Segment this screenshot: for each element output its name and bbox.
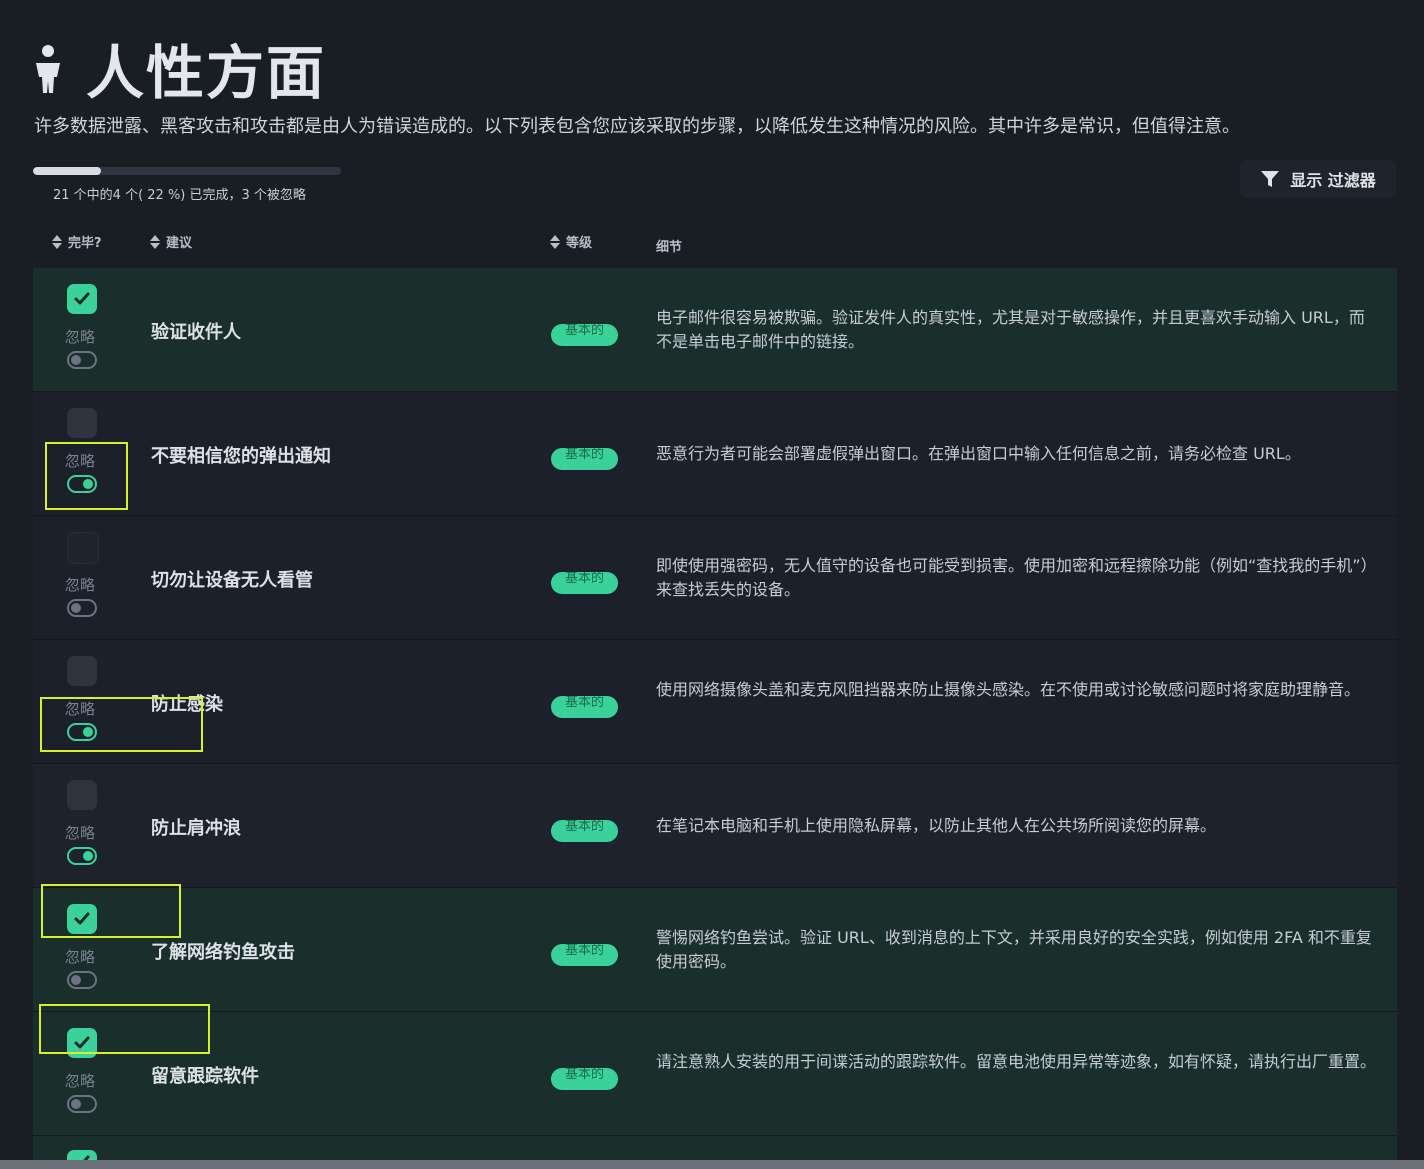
table-row: 忽略 不要相信您的弹出通知 基本的 恶意行为者可能会部署虚假弹出窗口。在弹出窗口… xyxy=(33,392,1397,516)
progress-fill xyxy=(33,167,101,175)
level-badge: 基本的 xyxy=(551,448,618,470)
done-checkbox[interactable] xyxy=(67,284,97,314)
page-title: 人性方面 xyxy=(86,39,327,107)
advice-title: 留意跟踪软件 xyxy=(151,1066,259,1087)
sort-icon xyxy=(550,234,560,249)
ignore-toggle[interactable] xyxy=(67,599,97,617)
ignore-label: 忽略 xyxy=(65,452,96,470)
column-header-level[interactable]: 等级 xyxy=(550,232,592,251)
done-checkbox[interactable] xyxy=(67,1028,97,1058)
advice-title: 切勿让设备无人看管 xyxy=(151,570,313,591)
personal-security-checklist-page: 人性方面 许多数据泄露、黑客攻击和攻击都是由人为错误造成的。以下列表包含您应该采… xyxy=(0,0,1424,1169)
advice-details: 恶意行为者可能会部署虚假弹出窗口。在弹出窗口中输入任何信息之前，请务必检查 UR… xyxy=(656,444,1301,463)
advice-details: 警惕网络钓鱼尝试。验证 URL、收到消息的上下文，并采用良好的安全实践，例如使用… xyxy=(656,928,1372,971)
table-row: 忽略 防止肩冲浪 基本的 在笔记本电脑和手机上使用隐私屏幕，以防止其他人在公共场… xyxy=(33,764,1397,888)
table-row: 忽略 了解网络钓鱼攻击 基本的 警惕网络钓鱼尝试。验证 URL、收到消息的上下文… xyxy=(33,888,1397,1012)
ignore-toggle[interactable] xyxy=(67,1095,97,1113)
advice-title: 了解网络钓鱼攻击 xyxy=(151,942,295,963)
person-icon xyxy=(36,45,60,93)
advice-details: 电子邮件很容易被欺骗。验证发件人的真实性，尤其是对于敏感操作，并且更喜欢手动输入… xyxy=(656,308,1365,351)
advice-details: 在笔记本电脑和手机上使用隐私屏幕，以防止其他人在公共场所阅读您的屏幕。 xyxy=(656,816,1217,835)
progress-text: 21 个中的4 个( 22 %) 已完成，3 个被忽略 xyxy=(53,188,306,203)
done-checkbox[interactable] xyxy=(67,656,97,686)
advice-title: 防止肩冲浪 xyxy=(151,818,241,839)
advice-details: 使用网络摄像头盖和麦克风阻挡器来防止摄像头感染。在不使用或讨论敏感问题时将家庭助… xyxy=(656,680,1361,699)
sort-icon xyxy=(150,234,160,249)
ignore-toggle[interactable] xyxy=(67,723,97,741)
progress-bar xyxy=(33,167,341,175)
advice-title: 验证收件人 xyxy=(151,322,241,343)
level-badge: 基本的 xyxy=(551,696,618,718)
done-checkbox[interactable] xyxy=(67,780,97,810)
table-row: 忽略 留意跟踪软件 基本的 请注意熟人安装的用于间谍活动的跟踪软件。留意电池使用… xyxy=(33,1012,1397,1136)
level-badge: 基本的 xyxy=(551,820,618,842)
advice-details: 即使使用强密码，无人值守的设备也可能受到损害。使用加密和远程擦除功能（例如“查找… xyxy=(656,556,1369,599)
horizontal-scrollbar[interactable] xyxy=(0,1160,1424,1169)
table-row: 忽略 防止感染 基本的 使用网络摄像头盖和麦克风阻挡器来防止摄像头感染。在不使用… xyxy=(33,640,1397,764)
done-checkbox[interactable] xyxy=(67,904,97,934)
intro-text: 许多数据泄露、黑客攻击和攻击都是由人为错误造成的。以下列表包含您应该采取的步骤，… xyxy=(34,116,1240,137)
show-filters-button[interactable]: 显示 过滤器 xyxy=(1240,160,1396,198)
show-filters-label: 显示 过滤器 xyxy=(1290,171,1376,190)
done-checkbox[interactable] xyxy=(67,408,97,438)
ignore-label: 忽略 xyxy=(65,576,96,594)
filter-icon xyxy=(1261,171,1280,187)
column-header-done[interactable]: 完毕? xyxy=(52,232,102,251)
table-row: 忽略 验证收件人 基本的 电子邮件很容易被欺骗。验证发件人的真实性，尤其是对于敏… xyxy=(33,268,1397,392)
page-header: 人性方面 xyxy=(30,26,326,110)
done-checkbox[interactable] xyxy=(67,532,99,564)
advice-title: 不要相信您的弹出通知 xyxy=(151,446,331,467)
checkmark-icon xyxy=(74,912,90,925)
column-header-details: 细节 xyxy=(656,240,683,255)
table-row: 忽略 切勿让设备无人看管 基本的 即使使用强密码，无人值守的设备也可能受到损害。… xyxy=(33,516,1397,640)
ignore-label: 忽略 xyxy=(65,948,96,966)
ignore-label: 忽略 xyxy=(65,328,96,346)
sort-icon xyxy=(52,234,62,249)
level-badge: 基本的 xyxy=(551,944,618,966)
ignore-label: 忽略 xyxy=(65,700,96,718)
level-badge: 基本的 xyxy=(551,572,618,594)
ignore-label: 忽略 xyxy=(65,1072,96,1090)
checkmark-icon xyxy=(74,292,90,305)
ignore-toggle[interactable] xyxy=(67,847,97,865)
column-header-advice[interactable]: 建议 xyxy=(150,232,192,251)
advice-title: 防止感染 xyxy=(151,694,223,715)
level-badge: 基本的 xyxy=(551,1068,618,1090)
checkmark-icon xyxy=(74,1036,90,1049)
ignore-toggle[interactable] xyxy=(67,475,97,493)
checklist-table: 忽略 验证收件人 基本的 电子邮件很容易被欺骗。验证发件人的真实性，尤其是对于敏… xyxy=(33,268,1397,1167)
ignore-toggle[interactable] xyxy=(67,971,97,989)
level-badge: 基本的 xyxy=(551,324,618,346)
ignore-toggle[interactable] xyxy=(67,351,97,369)
advice-details: 请注意熟人安装的用于间谍活动的跟踪软件。留意电池使用异常等迹象，如有怀疑，请执行… xyxy=(656,1052,1377,1071)
ignore-label: 忽略 xyxy=(65,824,96,842)
